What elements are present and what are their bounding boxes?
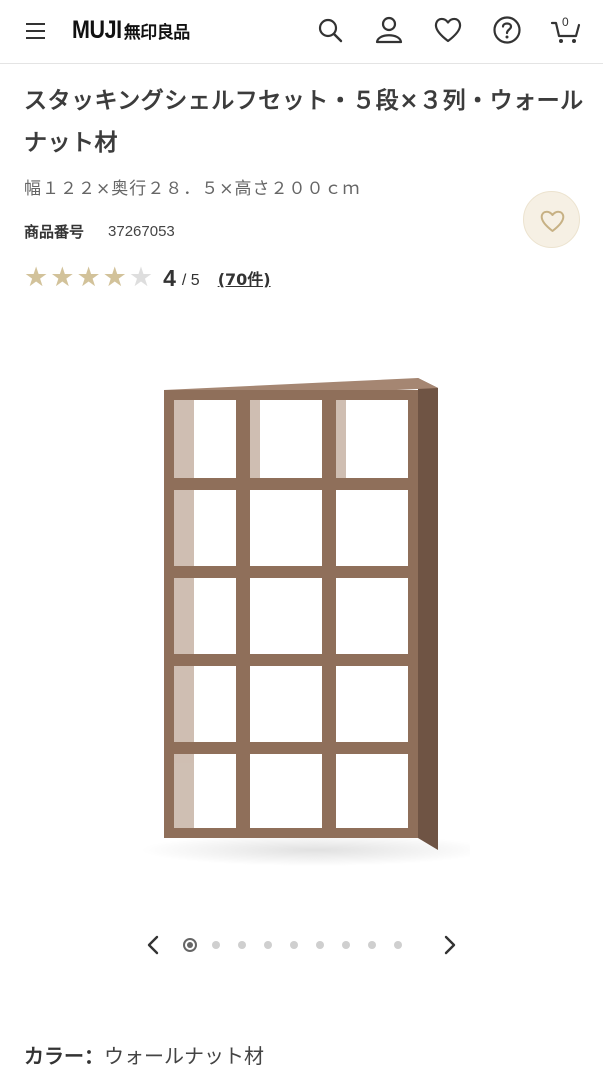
star-filled-icon: ★ (76, 262, 101, 293)
product-number-value: 37267053 (108, 223, 175, 240)
star-filled-icon: ★ (50, 262, 75, 293)
heart-icon[interactable] (432, 14, 464, 46)
chevron-right-icon[interactable] (438, 931, 462, 959)
product-image-shelf[interactable] (130, 350, 470, 870)
star-filled-icon: ★ (24, 262, 49, 293)
star-filled-icon: ★ (102, 262, 127, 293)
image-carousel-nav (0, 925, 603, 965)
product-rating: ★ ★ ★ ★ ★ 4 / 5 (70件) (24, 263, 271, 293)
rating-max: / 5 (181, 272, 200, 289)
review-count-link[interactable]: (70件) (218, 266, 271, 290)
logo-text-jp: 無印良品 (123, 22, 191, 43)
carousel-dot[interactable] (212, 941, 220, 949)
carousel-dots (183, 938, 420, 952)
star-empty-icon: ★ (128, 262, 154, 293)
carousel-dot[interactable] (290, 941, 298, 949)
carousel-dot[interactable] (316, 941, 324, 949)
carousel-dot[interactable] (368, 941, 376, 949)
color-value: ウォールナット材 (104, 1044, 264, 1068)
carousel-dot[interactable] (394, 941, 402, 949)
cart-icon[interactable]: 0 (550, 14, 582, 46)
search-icon[interactable] (314, 14, 346, 46)
menu-icon[interactable] (24, 18, 50, 44)
product-dimensions: 幅１２２×奥行２８．５×高さ２００ｃｍ (24, 179, 361, 199)
rating-stars: ★ ★ ★ ★ ★ (24, 263, 155, 293)
site-header: MUJI 無印良品 0 (0, 0, 603, 64)
product-number: 商品番号 37267053 (24, 221, 175, 242)
account-icon[interactable] (373, 14, 405, 46)
color-label: カラー： (24, 1044, 104, 1068)
chevron-left-icon[interactable] (141, 931, 165, 959)
carousel-dot[interactable] (264, 941, 272, 949)
product-title: スタッキングシェルフセット・５段×３列・ウォールナット材 (24, 88, 584, 156)
logo-text-en: MUJI (72, 15, 122, 44)
carousel-dot[interactable] (342, 941, 350, 949)
rating-score: 4 (163, 264, 176, 291)
favorite-button[interactable] (523, 191, 580, 248)
heart-icon (540, 210, 565, 232)
product-number-label: 商品番号 (24, 223, 85, 241)
carousel-dot[interactable] (238, 941, 246, 949)
help-icon[interactable] (491, 14, 523, 46)
cart-count-badge: 0 (562, 15, 569, 29)
carousel-dot-active[interactable] (183, 938, 197, 952)
muji-logo[interactable]: MUJI 無印良品 (72, 14, 190, 46)
color-selection: カラー： ウォールナット材 (24, 1040, 264, 1069)
